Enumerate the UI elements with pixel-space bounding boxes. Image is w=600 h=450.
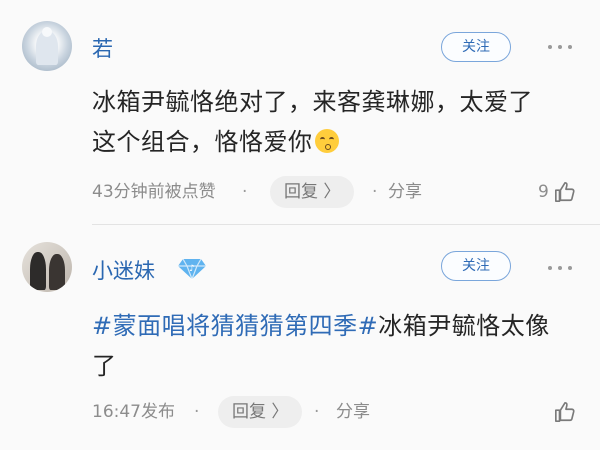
svg-text:♪: ♪ [189,264,195,274]
username[interactable]: 若 [92,33,113,63]
reply-button[interactable]: 回复 〉 [218,396,303,428]
comment-text-segment: 冰箱尹毓恪太像 [378,312,550,340]
diamond-vip-icon: ♪ [178,258,206,280]
like-count: 9 [538,182,549,202]
thumbs-up-icon[interactable] [554,401,576,423]
comment-text-line: #蒙面唱将猜猜猜第四季#冰箱尹毓恪太像 [92,306,592,346]
comment-item: 若 关注 冰箱尹毓恪绝对了，来客龚琳娜，太爱了 这个组合，恪恪爱你 43分钟前被… [0,0,600,224]
reply-button[interactable]: 回复 〉 [270,176,355,208]
avatar-figure [30,252,46,290]
comment-text-line: 冰箱尹毓恪绝对了，来客龚琳娜，太爱了 [92,88,533,116]
comment-text: #蒙面唱将猜猜猜第四季#冰箱尹毓恪太像 了 [92,306,592,386]
separator-dot: · [314,402,320,422]
separator-dot: · [194,402,200,422]
share-button[interactable]: 分享 [336,395,370,429]
kissing-face-icon [314,129,339,153]
comment-meta: 43分钟前被点赞 · 回复 〉 · 分享 9 [92,175,592,209]
username[interactable]: 小迷妹 [92,255,155,285]
thumbs-up-icon[interactable] [554,181,576,203]
comment-text-line: 这个组合，恪恪爱你 [92,122,592,162]
more-icon[interactable] [545,263,575,273]
separator-dot: · [372,182,378,202]
comment-text-segment: 这个组合，恪恪爱你 [92,128,313,156]
comment-item: 小迷妹 ♪ 关注 #蒙面唱将猜猜猜第四季#冰箱尹毓恪太像 了 16:47发布 ·… [0,226,600,450]
avatar[interactable] [22,242,72,292]
follow-button[interactable]: 关注 [441,32,511,62]
share-button[interactable]: 分享 [388,175,422,209]
follow-button[interactable]: 关注 [441,251,511,281]
divider [92,224,600,225]
comment-text-line: 了 [92,352,117,380]
more-icon[interactable] [545,42,575,52]
timestamp: 16:47发布 [92,402,175,422]
avatar[interactable] [22,21,72,71]
timestamp: 43分钟前被点赞 [92,182,216,202]
comment-meta: 16:47发布 · 回复 〉 · 分享 [92,395,592,429]
avatar-figure [49,254,65,290]
avatar-figure-head [42,27,52,37]
topic-hashtag-link[interactable]: #蒙面唱将猜猜猜第四季# [92,312,378,340]
comment-text: 冰箱尹毓恪绝对了，来客龚琳娜，太爱了 这个组合，恪恪爱你 [92,82,592,162]
separator-dot: · [242,182,248,202]
